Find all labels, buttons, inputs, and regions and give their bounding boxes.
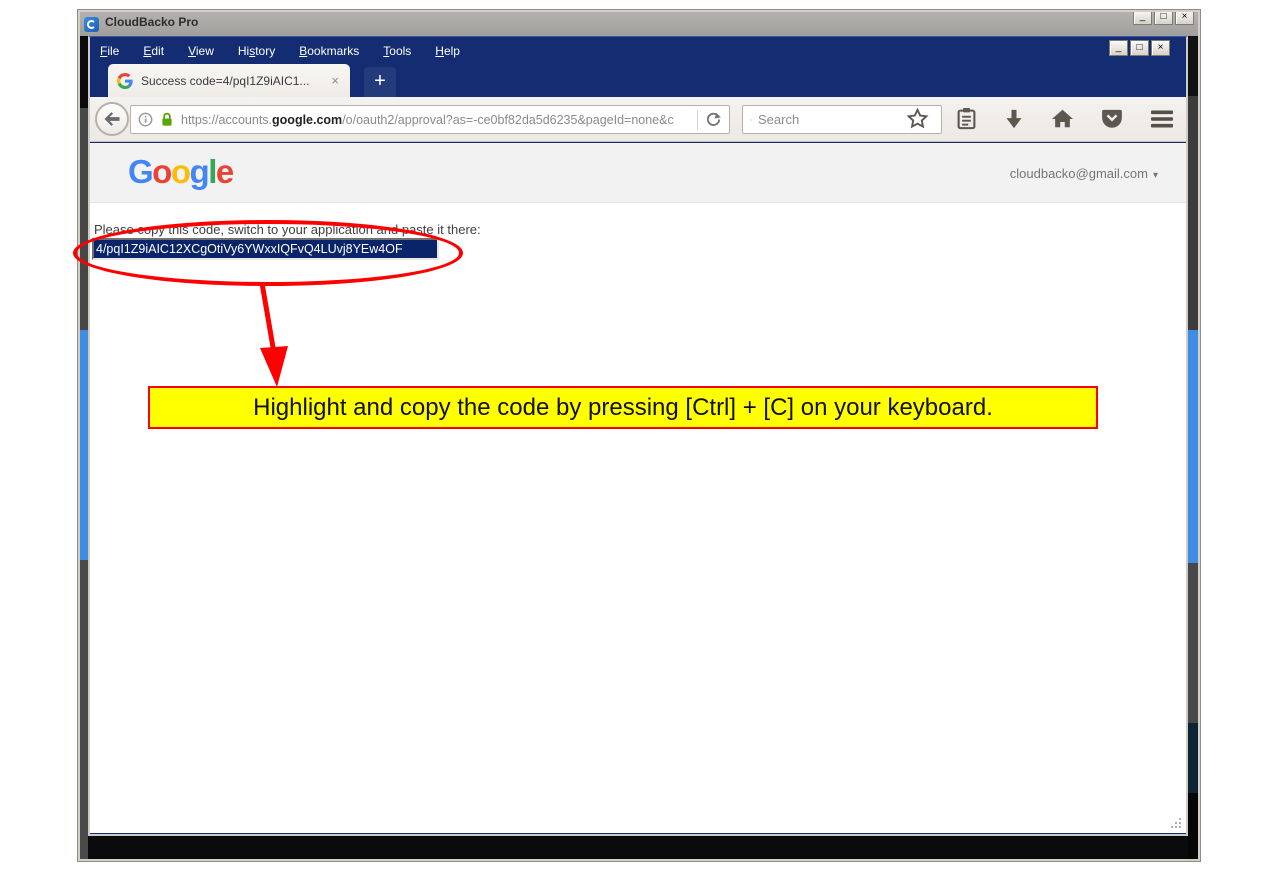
logo-letter: g (190, 153, 209, 190)
cloudbacko-left-sliver (80, 36, 88, 859)
hamburger-menu-icon[interactable] (1150, 109, 1174, 129)
annotation-arrow (240, 281, 300, 391)
copy-instruction-text: Please copy this code, switch to your ap… (94, 222, 481, 237)
url-prefix: https://accounts. (181, 113, 272, 127)
cloudbacko-content-behind: File Edit View History Bookmarks Tools Help _ … (80, 36, 1198, 859)
back-button[interactable] (95, 102, 129, 136)
navigation-toolbar: https://accounts.google.com/o/oauth2/app… (90, 97, 1186, 142)
menu-item-file[interactable]: File (100, 44, 119, 58)
menu-item-history[interactable]: History (238, 44, 275, 58)
edge-segment (1188, 723, 1198, 793)
cloudbacko-titlebar: CloudBacko Pro _ □ × (80, 12, 1198, 36)
bookmark-star-icon[interactable] (906, 107, 929, 130)
page-content: Google cloudbacko@gmail.com ▾ Please copy… (90, 143, 1186, 833)
screenshot-stage: CloudBacko Pro _ □ × (0, 0, 1268, 888)
logo-letter: G (128, 153, 152, 190)
home-icon[interactable] (1051, 108, 1074, 129)
reload-icon[interactable] (705, 111, 722, 128)
close-button[interactable]: × (1151, 40, 1170, 56)
logo-letter: o (171, 153, 190, 190)
google-logo: Google (128, 153, 233, 191)
logo-letter: l (208, 153, 216, 190)
edge-segment (1188, 793, 1198, 859)
menu-item-view[interactable]: View (188, 44, 214, 58)
cloudbacko-window-title: CloudBacko Pro (105, 15, 198, 29)
cloudbacko-window-controls: _ □ × (1133, 12, 1194, 25)
auth-code-selected-text: 4/pqI1Z9iAIC12XCgOtiVy6YWxxIQFvQ4LUvj8YE… (94, 240, 437, 258)
auth-code-input[interactable]: 4/pqI1Z9iAIC12XCgOtiVy6YWxxIQFvQ4LUvj8YE… (92, 238, 439, 260)
cloudbacko-window: CloudBacko Pro _ □ × (78, 10, 1200, 861)
bookmarks-sidebar-icon[interactable] (956, 107, 977, 130)
google-favicon-icon (117, 73, 133, 89)
account-email: cloudbacko@gmail.com (1010, 166, 1148, 181)
annotation-note: Highlight and copy the code by pressing … (148, 386, 1098, 429)
edge-segment (80, 560, 88, 859)
minimize-button[interactable]: _ (1133, 12, 1152, 25)
tab-strip: Success code=4/pqI1Z9iAIC1... × + (90, 64, 1186, 97)
secure-lock-icon[interactable] (160, 112, 174, 127)
edge-segment (1188, 563, 1198, 723)
menu-item-help[interactable]: Help (435, 44, 460, 58)
tab-close-icon[interactable]: × (329, 73, 341, 88)
pocket-icon[interactable] (1101, 108, 1123, 129)
menu-item-bookmarks[interactable]: Bookmarks (299, 44, 359, 58)
chevron-down-icon: ▾ (1153, 170, 1158, 181)
tab-title: Success code=4/pqI1Z9iAIC1... (141, 74, 321, 88)
edge-segment (80, 36, 88, 108)
resize-grip[interactable] (1167, 814, 1181, 828)
close-button[interactable]: × (1175, 12, 1194, 25)
google-header-band: Google cloudbacko@gmail.com ▾ (90, 143, 1186, 203)
firefox-window: File Edit View History Bookmarks Tools Help _ … (88, 36, 1188, 836)
cloudbacko-right-sliver (1188, 36, 1198, 859)
toolbar-icons (906, 107, 1174, 130)
edge-segment (1188, 330, 1198, 563)
new-tab-button[interactable]: + (364, 67, 396, 97)
site-info-icon[interactable] (138, 112, 153, 127)
back-arrow-icon (103, 112, 121, 126)
search-icon (750, 113, 752, 127)
menu-bar: File Edit View History Bookmarks Tools Help (90, 37, 1186, 64)
minimize-button[interactable]: _ (1109, 40, 1128, 56)
urlbar-divider (697, 110, 698, 130)
firefox-window-controls: _ □ × (1109, 40, 1170, 56)
url-path: /o/oauth2/approval?as=-ce0bf82da5d6235&p… (342, 113, 674, 127)
logo-letter: e (216, 153, 233, 190)
tab-success-code[interactable]: Success code=4/pqI1Z9iAIC1... × (108, 64, 350, 97)
menu-item-edit[interactable]: Edit (143, 44, 164, 58)
edge-segment (80, 330, 88, 560)
account-menu[interactable]: cloudbacko@gmail.com ▾ (1010, 166, 1158, 181)
edge-segment (1188, 36, 1198, 96)
downloads-icon[interactable] (1004, 108, 1024, 130)
cloudbacko-app-icon (84, 17, 99, 32)
menu-item-tools[interactable]: Tools (383, 44, 411, 58)
url-bar[interactable]: https://accounts.google.com/o/oauth2/app… (130, 105, 730, 134)
maximize-button[interactable]: □ (1130, 40, 1149, 56)
url-text[interactable]: https://accounts.google.com/o/oauth2/app… (181, 113, 690, 127)
edge-segment (1188, 96, 1198, 330)
maximize-button[interactable]: □ (1154, 12, 1173, 25)
edge-segment (80, 108, 88, 330)
url-domain: google.com (272, 113, 342, 127)
logo-letter: o (152, 153, 171, 190)
